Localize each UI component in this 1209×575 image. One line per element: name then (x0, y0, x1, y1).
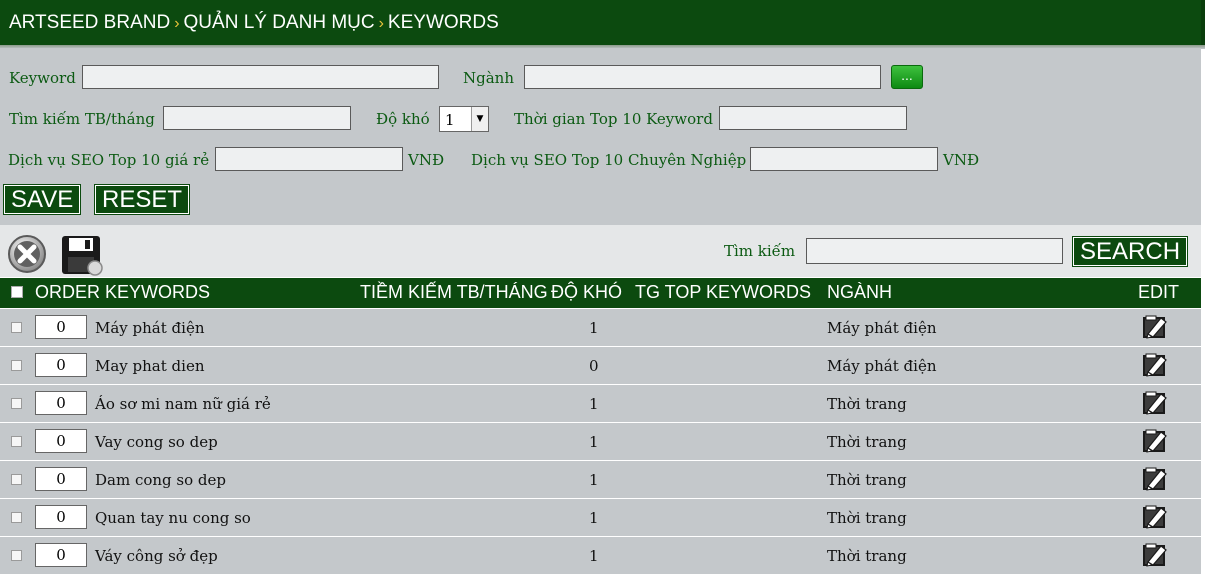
column-search-volume[interactable]: TIỀM KIẾM TB/THÁNG (360, 282, 548, 303)
search-label: Tìm kiếm (724, 242, 796, 260)
keyword-cell: May phat dien (95, 357, 205, 375)
search-volume-label: Tìm kiếm TB/tháng (9, 110, 155, 128)
keyword-cell: Váy công sở đẹp (95, 547, 218, 565)
difficulty-cell: 1 (589, 395, 599, 413)
keyword-cell: Áo sơ mi nam nữ giá rẻ (95, 395, 271, 413)
edit-pencil-icon[interactable] (1141, 504, 1169, 530)
row-checkbox[interactable] (11, 398, 22, 409)
difficulty-cell: 1 (589, 319, 599, 337)
table-row: 0 Vay cong so dep 1 Thời trang (0, 423, 1201, 461)
row-checkbox[interactable] (11, 436, 22, 447)
column-order-keywords[interactable]: ORDER KEYWORDS (35, 282, 210, 303)
nganh-cell: Thời trang (827, 509, 907, 527)
difficulty-cell: 1 (589, 433, 599, 451)
order-input[interactable]: 0 (35, 543, 87, 567)
seo-pro-label: Dịch vụ SEO Top 10 Chuyên Nghiệp (471, 151, 747, 169)
order-input[interactable]: 0 (35, 391, 87, 415)
table-row: 0 Váy công sở đẹp 1 Thời trang (0, 537, 1201, 575)
table-row: 0 Máy phát điện 1 Máy phát điện (0, 309, 1201, 347)
breadcrumb-item-category[interactable]: QUẢN LÝ DANH MỤC (184, 12, 375, 33)
order-input[interactable]: 0 (35, 315, 87, 339)
difficulty-label: Độ khó (376, 110, 430, 128)
seo-cheap-label: Dịch vụ SEO Top 10 giá rẻ (8, 151, 210, 169)
nganh-input[interactable] (524, 65, 881, 89)
table-row: 0 Áo sơ mi nam nữ giá rẻ 1 Thời trang (0, 385, 1201, 423)
edit-pencil-icon[interactable] (1141, 542, 1169, 568)
nganh-cell: Thời trang (827, 547, 907, 565)
column-nganh[interactable]: NGÀNH (827, 282, 892, 303)
chevron-down-icon[interactable]: ▼ (471, 107, 488, 131)
row-checkbox[interactable] (11, 550, 22, 561)
keyword-cell: Quan tay nu cong so (95, 509, 251, 527)
breadcrumb: ARTSEED BRAND › QUẢN LÝ DANH MỤC › KEYWORDS (0, 0, 1205, 45)
edit-pencil-icon[interactable] (1141, 428, 1169, 454)
reset-button[interactable]: RESET (95, 185, 190, 214)
order-input[interactable]: 0 (35, 429, 87, 453)
row-checkbox[interactable] (11, 360, 22, 371)
edit-pencil-icon[interactable] (1141, 352, 1169, 378)
search-volume-input[interactable] (163, 106, 351, 130)
delete-circle-icon[interactable] (7, 234, 47, 274)
row-checkbox[interactable] (11, 322, 22, 333)
nganh-cell: Máy phát điện (827, 357, 937, 375)
order-input[interactable]: 0 (35, 353, 87, 377)
column-edit: EDIT (1138, 282, 1180, 302)
difficulty-cell: 1 (589, 471, 599, 489)
difficulty-selected-value: 1 (445, 111, 455, 129)
table-header: ORDER KEYWORDS TIỀM KIẾM TB/THÁNG ĐỘ KHÓ… (0, 278, 1201, 308)
edit-pencil-icon[interactable] (1141, 314, 1169, 340)
table-row: 0 May phat dien 0 Máy phát điện (0, 347, 1201, 385)
edit-pencil-icon[interactable] (1141, 466, 1169, 492)
top10-time-label: Thời gian Top 10 Keyword (514, 110, 713, 128)
nganh-cell: Thời trang (827, 471, 907, 489)
nganh-cell: Thời trang (827, 395, 907, 413)
currency-label: VNĐ (943, 151, 980, 169)
seo-pro-input[interactable] (750, 147, 938, 171)
edit-pencil-icon[interactable] (1141, 390, 1169, 416)
breadcrumb-separator: › (174, 15, 180, 32)
table-row: 0 Dam cong so dep 1 Thời trang (0, 461, 1201, 499)
difficulty-cell: 1 (589, 509, 599, 527)
select-all-checkbox[interactable] (11, 286, 23, 298)
column-difficulty[interactable]: ĐỘ KHÓ (551, 282, 622, 303)
search-button[interactable]: SEARCH (1073, 237, 1188, 266)
nganh-cell: Máy phát điện (827, 319, 937, 337)
column-top-time[interactable]: TG TOP KEYWORDS (635, 282, 811, 303)
order-input[interactable]: 0 (35, 467, 87, 491)
table-row: 0 Quan tay nu cong so 1 Thời trang (0, 499, 1201, 537)
keyword-label: Keyword (9, 69, 76, 87)
top10-time-input[interactable] (719, 106, 907, 130)
difficulty-select[interactable]: 1 ▼ (439, 106, 489, 132)
keyword-cell: Máy phát điện (95, 319, 205, 337)
nganh-label: Ngành (463, 69, 514, 87)
seo-cheap-input[interactable] (215, 147, 403, 171)
currency-label: VNĐ (408, 151, 445, 169)
floppy-disk-icon[interactable] (60, 234, 104, 276)
difficulty-cell: 0 (589, 357, 599, 375)
breadcrumb-item-brand[interactable]: ARTSEED BRAND (9, 12, 170, 33)
nganh-cell: Thời trang (827, 433, 907, 451)
order-input[interactable]: 0 (35, 505, 87, 529)
save-button[interactable]: SAVE (4, 185, 81, 214)
browse-button[interactable]: ... (891, 65, 923, 89)
search-input[interactable] (806, 238, 1063, 264)
difficulty-cell: 1 (589, 547, 599, 565)
keyword-input[interactable] (82, 65, 439, 89)
keyword-cell: Dam cong so dep (95, 471, 227, 489)
breadcrumb-separator: › (378, 15, 384, 32)
keyword-cell: Vay cong so dep (95, 433, 218, 451)
row-checkbox[interactable] (11, 512, 22, 523)
breadcrumb-item-keywords: KEYWORDS (387, 12, 499, 33)
row-checkbox[interactable] (11, 474, 22, 485)
